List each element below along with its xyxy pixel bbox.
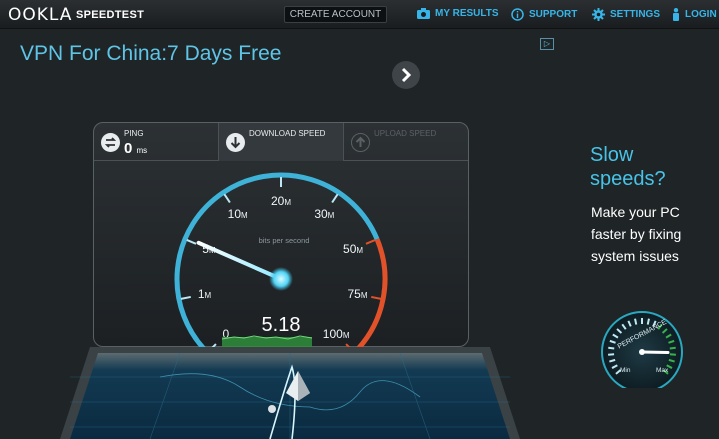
performance-tick <box>608 346 615 350</box>
ookla-logo[interactable]: OOKLA <box>8 5 72 25</box>
performance-hub <box>639 349 645 355</box>
gauge-tick <box>223 193 231 204</box>
upload-label: UPLOAD SPEED <box>374 129 437 138</box>
gauge-tick-label: 30M <box>314 207 334 221</box>
tab-upload: UPLOAD SPEED <box>344 123 468 161</box>
product-name: SPEEDTEST <box>76 9 145 21</box>
speed-value: 5.18 <box>262 314 301 336</box>
promo-body-line3: system issues <box>591 248 679 264</box>
gauge-hub <box>269 267 293 291</box>
gauge-tick <box>371 295 382 300</box>
promo-title-line1: Slow <box>590 144 634 166</box>
ad-choices-icon[interactable]: ▷ <box>540 38 554 50</box>
gauge-tick <box>186 239 197 245</box>
settings-link[interactable]: SETTINGS <box>592 8 660 21</box>
performance-max-label: Max <box>656 367 669 374</box>
promo-body-line2: faster by fixing <box>591 226 682 242</box>
promo-title[interactable]: Slow speeds? <box>590 143 666 191</box>
my-results-label: MY RESULTS <box>435 8 499 19</box>
performance-tick <box>634 318 638 325</box>
gauge-needle <box>196 240 283 281</box>
location-marker-icon <box>268 405 276 413</box>
my-results-link[interactable]: MY RESULTS <box>417 8 499 19</box>
performance-min-label: Min <box>620 367 631 374</box>
login-link[interactable]: LOGIN <box>672 8 717 21</box>
server-map-floor <box>60 347 520 439</box>
settings-label: SETTINGS <box>610 9 661 20</box>
tab-ping: PING 0 ms <box>94 123 218 161</box>
speed-gauge: 01M5M10M20M30M50M75M100M bits per second… <box>174 172 388 347</box>
performance-tick <box>646 318 650 325</box>
unit-caption: bits per second <box>259 236 310 245</box>
info-icon <box>511 8 524 21</box>
ping-value: 0 ms <box>124 140 147 157</box>
upload-arrow-icon <box>351 133 370 152</box>
camera-icon <box>417 8 430 19</box>
promo-title-line2: speeds? <box>590 168 666 190</box>
gear-icon <box>592 8 605 21</box>
gauge-tick <box>365 239 376 245</box>
top-nav-bar: OOKLA SPEEDTEST CREATE ACCOUNT MY RESULT… <box>0 0 719 29</box>
ad-headline[interactable]: VPN For China:7 Days Free <box>20 42 281 66</box>
gauge-tick-label: 100M <box>323 327 350 341</box>
ping-label: PING <box>124 129 144 138</box>
throughput-graph <box>221 335 313 347</box>
download-label: DOWNLOAD SPEED <box>249 129 326 138</box>
ping-number: 0 <box>124 140 133 157</box>
promo-body-line1: Make your PC <box>591 204 680 220</box>
gauge-tick <box>180 295 191 300</box>
performance-tick <box>669 346 676 350</box>
create-account-button[interactable]: CREATE ACCOUNT <box>284 6 387 23</box>
ping-unit: ms <box>136 146 148 155</box>
person-icon <box>672 8 680 21</box>
performance-gauge-widget[interactable]: PERFORMANCE Min Max <box>596 306 688 388</box>
speedtest-panel: PING 0 ms DOWNLOAD SPEED UPLOAD SPEED 0 … <box>93 122 469 347</box>
gauge-tick-label: 75M <box>347 287 367 301</box>
chevron-right-icon <box>401 67 412 83</box>
login-label: LOGIN <box>685 9 717 20</box>
support-label: SUPPORT <box>529 9 578 20</box>
ad-next-button[interactable] <box>392 61 420 89</box>
promo-body[interactable]: Make your PC faster by fixing system iss… <box>591 201 681 267</box>
download-arrow-icon <box>226 133 245 152</box>
support-link[interactable]: SUPPORT <box>511 8 577 21</box>
test-tabs: PING 0 ms DOWNLOAD SPEED UPLOAD SPEED <box>94 123 468 161</box>
gauge-tick-label: 10M <box>228 207 248 221</box>
gauge-tick-label: 1M <box>198 287 212 301</box>
gauge-tick <box>331 193 339 204</box>
gauge-tick-label: 20M <box>271 194 291 208</box>
gauge-tick-label: 50M <box>343 242 363 256</box>
ping-icon <box>101 133 120 152</box>
tab-download: DOWNLOAD SPEED <box>218 123 344 161</box>
